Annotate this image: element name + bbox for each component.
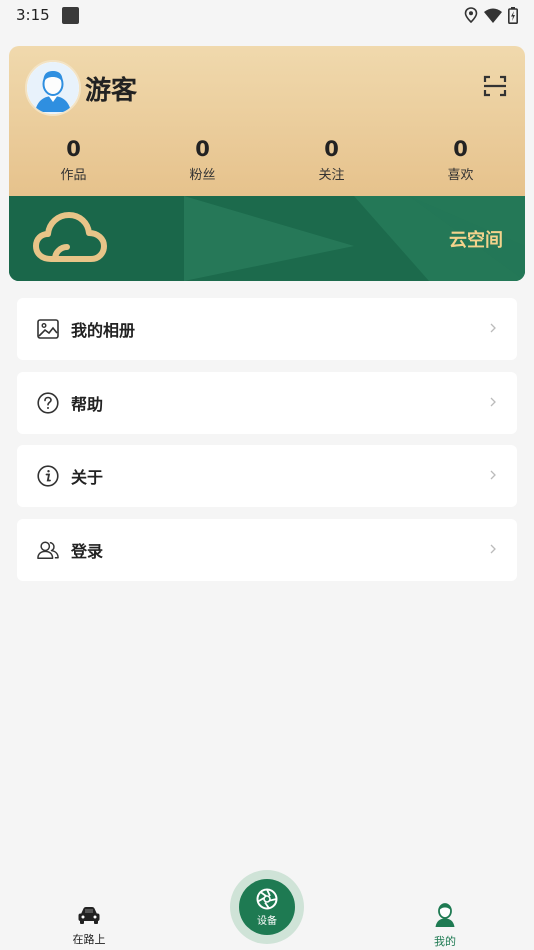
stat-value: 0 (453, 137, 468, 161)
chevron-right-icon (490, 397, 496, 407)
aperture-icon (256, 888, 278, 909)
menu-item-my-album[interactable]: 我的相册 (17, 298, 517, 360)
scan-icon[interactable] (483, 74, 507, 98)
stat-works[interactable]: 0 作品 (9, 136, 138, 183)
stat-label: 作品 (60, 168, 87, 183)
battery-icon (508, 6, 518, 24)
stat-label: 喜欢 (447, 168, 474, 183)
status-icons (464, 6, 518, 24)
stat-value: 0 (324, 137, 339, 161)
users-icon (37, 541, 59, 559)
menu-item-label: 登录 (71, 542, 104, 561)
cloud-space-banner[interactable]: 云空间 (9, 196, 525, 281)
menu-item-help[interactable]: 帮助 (17, 372, 517, 434)
info-circle-icon (37, 465, 59, 487)
help-circle-icon (37, 392, 59, 414)
stat-value: 0 (66, 137, 81, 161)
center-device-button[interactable]: 设备 (230, 870, 304, 944)
avatar[interactable] (25, 60, 81, 116)
nav-item-mine[interactable]: 我的 (405, 903, 485, 949)
wifi-icon (484, 8, 502, 23)
chevron-right-icon (490, 323, 496, 333)
menu-item-about[interactable]: 关于 (17, 445, 517, 507)
profile-card: 游客 0 作品 0 粉丝 0 关注 0 喜欢 (9, 46, 525, 196)
chevron-right-icon (490, 544, 496, 554)
stats-row: 0 作品 0 粉丝 0 关注 0 喜欢 (9, 136, 525, 183)
menu-item-login[interactable]: 登录 (17, 519, 517, 581)
location-icon (464, 7, 478, 23)
stat-following[interactable]: 0 关注 (267, 136, 396, 183)
stat-likes[interactable]: 0 喜欢 (396, 136, 525, 183)
nav-item-on-the-road[interactable]: 在路上 (49, 905, 129, 947)
cloud-space-label: 云空间 (449, 230, 503, 251)
image-icon (37, 319, 59, 339)
menu-item-label: 关于 (71, 468, 104, 487)
stat-fans[interactable]: 0 粉丝 (138, 136, 267, 183)
menu-item-label: 我的相册 (71, 321, 136, 340)
nav-label: 在路上 (72, 933, 106, 946)
chevron-right-icon (490, 470, 496, 480)
user-icon (435, 903, 455, 927)
stat-label: 粉丝 (189, 168, 216, 183)
status-time: 3:15 (16, 6, 50, 24)
username: 游客 (85, 76, 138, 106)
nav-label: 我的 (434, 935, 456, 948)
notification-icon (61, 6, 79, 24)
stat-label: 关注 (318, 168, 345, 183)
center-button-label: 设备 (257, 915, 277, 927)
car-icon (78, 907, 100, 924)
user-avatar-icon (27, 62, 79, 114)
menu-item-label: 帮助 (71, 395, 104, 414)
cloud-icon (33, 212, 107, 262)
status-bar: 3:15 (0, 0, 534, 30)
stat-value: 0 (195, 137, 210, 161)
